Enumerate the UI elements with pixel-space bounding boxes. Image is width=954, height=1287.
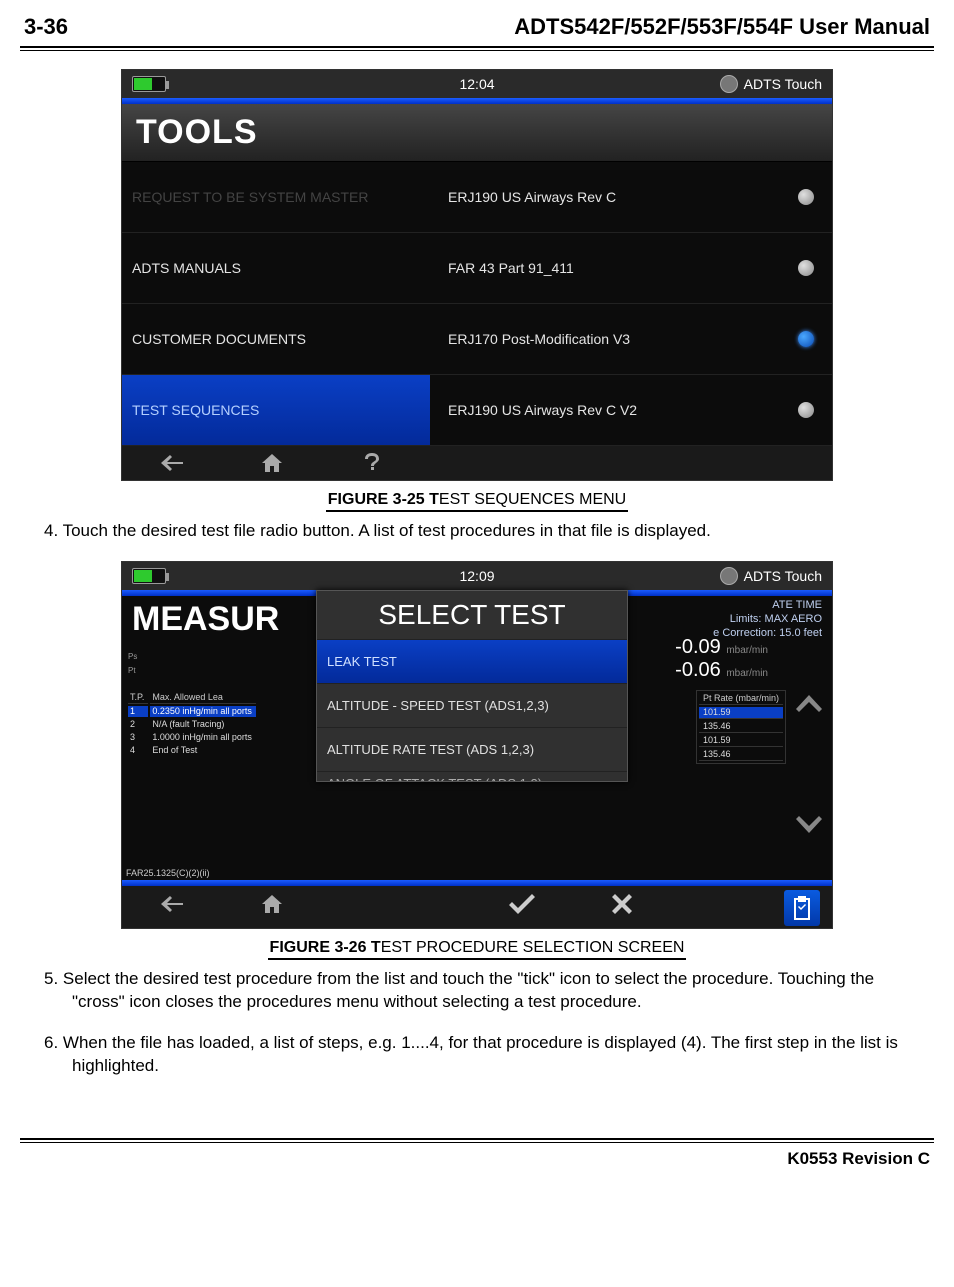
caption-rest: EST PROCEDURE SELECTION SCREEN bbox=[381, 939, 685, 956]
leak-header: Max. Allowed Lea bbox=[150, 692, 256, 704]
file-row-erj190-v2[interactable]: ERJ190 US Airways Rev C V2 bbox=[430, 375, 832, 446]
caption-strong: FIGURE 3-26 T bbox=[270, 939, 381, 956]
pt-label: Pt bbox=[128, 666, 136, 675]
device-brand: ADTS Touch bbox=[720, 567, 822, 585]
file-row-erj170[interactable]: ERJ170 Post-Modification V3 bbox=[430, 304, 832, 375]
table-row[interactable]: 101.59 bbox=[699, 735, 783, 747]
file-label: ERJ190 US Airways Rev C bbox=[448, 189, 616, 205]
tp-header: T.P. bbox=[128, 692, 148, 704]
header-rule-thin bbox=[20, 50, 934, 51]
test-option-altitude-rate[interactable]: ALTITUDE RATE TEST (ADS 1,2,3) bbox=[317, 727, 627, 771]
help-button[interactable] bbox=[322, 446, 422, 480]
rate-readouts: -0.09 mbar/min -0.06 mbar/min bbox=[675, 636, 768, 682]
scroll-down-icon[interactable] bbox=[792, 812, 826, 840]
brand-label: ADTS Touch bbox=[744, 568, 822, 584]
status-bar: 12:09 ADTS Touch bbox=[122, 562, 832, 590]
file-label: ERJ170 Post-Modification V3 bbox=[448, 331, 630, 347]
caption-rest: EST SEQUENCES MENU bbox=[439, 491, 626, 508]
ps-rate-unit: mbar/min bbox=[726, 645, 768, 656]
clipboard-button[interactable] bbox=[784, 890, 820, 926]
tools-menu: REQUEST TO BE SYSTEM MASTER ADTS MANUALS… bbox=[122, 162, 430, 446]
scroll-arrows bbox=[792, 692, 826, 720]
paragraph-4: 4. Touch the desired test file radio but… bbox=[44, 520, 910, 543]
brand-label: ADTS Touch bbox=[744, 76, 822, 92]
radio-icon[interactable] bbox=[798, 402, 814, 418]
footer-rule-thin bbox=[20, 1142, 934, 1143]
scroll-up-icon[interactable] bbox=[792, 692, 826, 720]
footer-rule-thick bbox=[20, 1138, 934, 1140]
revision-label: K0553 Revision C bbox=[20, 1145, 934, 1169]
file-row-far43[interactable]: FAR 43 Part 91_411 bbox=[430, 233, 832, 304]
file-label: ERJ190 US Airways Rev C V2 bbox=[448, 402, 637, 418]
table-row[interactable]: 4End of Test bbox=[128, 745, 256, 756]
pt-rate-header: Pt Rate (mbar/min) bbox=[699, 693, 783, 705]
ps-label: Ps bbox=[128, 652, 137, 661]
table-row[interactable]: 10.2350 inHg/min all ports bbox=[128, 706, 256, 717]
file-label: FAR 43 Part 91_411 bbox=[448, 260, 574, 276]
test-option-altitude-speed[interactable]: ALTITUDE - SPEED TEST (ADS1,2,3) bbox=[317, 683, 627, 727]
status-bar: 12:04 ADTS Touch bbox=[122, 70, 832, 98]
rate-time-label: ATE TIME bbox=[713, 598, 822, 612]
clock-time: 12:04 bbox=[459, 76, 494, 92]
screen-title-measure: MEASUR bbox=[132, 600, 279, 639]
back-button[interactable] bbox=[122, 446, 222, 480]
figure-3-25-screenshot: 12:04 ADTS Touch TOOLS REQUEST TO BE SYS… bbox=[121, 69, 833, 481]
top-right-info: ATE TIME Limits: MAX AERO e Correction: … bbox=[713, 596, 822, 640]
test-points-table: T.P.Max. Allowed Lea 10.2350 inHg/min al… bbox=[126, 690, 258, 758]
device-brand: ADTS Touch bbox=[720, 75, 822, 93]
paragraph-5: 5. Select the desired test procedure fro… bbox=[44, 968, 910, 1014]
menu-item-test-sequences[interactable]: TEST SEQUENCES bbox=[122, 375, 430, 446]
menu-item-adts-manuals[interactable]: ADTS MANUALS bbox=[122, 233, 430, 304]
pt-rate-table: Pt Rate (mbar/min) 101.59 135.46 101.59 … bbox=[696, 690, 786, 764]
screen-title: TOOLS bbox=[122, 104, 832, 162]
file-row-erj190-revc[interactable]: ERJ190 US Airways Rev C bbox=[430, 162, 832, 233]
overlay-title: SELECT TEST bbox=[317, 591, 627, 639]
back-button[interactable] bbox=[122, 896, 222, 917]
menu-item-request-master[interactable]: REQUEST TO BE SYSTEM MASTER bbox=[122, 162, 430, 233]
table-row[interactable]: 2N/A (fault Tracing) bbox=[128, 719, 256, 730]
ge-logo-icon bbox=[720, 75, 738, 93]
ge-logo-icon bbox=[720, 567, 738, 585]
radio-icon[interactable] bbox=[798, 331, 814, 347]
header-rule-thick bbox=[20, 46, 934, 48]
ps-rate-value: -0.09 bbox=[675, 636, 721, 658]
table-row[interactable]: 101.59 bbox=[699, 707, 783, 719]
page-header: 3-36 ADTS542F/552F/553F/554F User Manual bbox=[20, 14, 934, 44]
caption-strong: FIGURE 3-25 T bbox=[328, 491, 439, 508]
table-row[interactable]: 135.46 bbox=[699, 749, 783, 761]
test-option-aoa[interactable]: ANGLE OF ATTACK TEST (ADS 1,2) bbox=[317, 771, 627, 781]
battery-icon bbox=[132, 568, 166, 584]
test-file-list: ERJ190 US Airways Rev C FAR 43 Part 91_4… bbox=[430, 162, 832, 446]
test-option-leak-test[interactable]: LEAK TEST bbox=[317, 639, 627, 683]
measure-screen: MEASUR ATE TIME Limits: MAX AERO e Corre… bbox=[122, 596, 832, 880]
figure-3-26-caption: FIGURE 3-26 TEST PROCEDURE SELECTION SCR… bbox=[20, 939, 934, 960]
home-button[interactable] bbox=[222, 895, 322, 918]
radio-icon[interactable] bbox=[798, 189, 814, 205]
table-row[interactable]: 135.46 bbox=[699, 721, 783, 733]
select-test-overlay: SELECT TEST LEAK TEST ALTITUDE - SPEED T… bbox=[316, 590, 628, 782]
table-row[interactable]: 31.0000 inHg/min all ports bbox=[128, 732, 256, 743]
nav-bar bbox=[122, 446, 832, 480]
page-footer: K0553 Revision C bbox=[20, 1138, 934, 1169]
pt-rate-value: -0.06 bbox=[675, 659, 721, 681]
manual-title: ADTS542F/552F/553F/554F User Manual bbox=[514, 14, 930, 40]
page-number: 3-36 bbox=[24, 14, 68, 40]
menu-item-customer-documents[interactable]: CUSTOMER DOCUMENTS bbox=[122, 304, 430, 375]
paragraph-6: 6. When the file has loaded, a list of s… bbox=[44, 1032, 910, 1078]
nav-bar bbox=[122, 886, 832, 928]
clock-time: 12:09 bbox=[459, 568, 494, 584]
figure-3-26-screenshot: 12:09 ADTS Touch MEASUR ATE TIME Limits:… bbox=[121, 561, 833, 929]
limits-label: Limits: MAX AERO bbox=[713, 612, 822, 626]
figure-3-25-caption: FIGURE 3-25 TEST SEQUENCES MENU bbox=[20, 491, 934, 512]
home-button[interactable] bbox=[222, 446, 322, 480]
radio-icon[interactable] bbox=[798, 260, 814, 276]
battery-icon bbox=[132, 76, 166, 92]
tick-button[interactable] bbox=[472, 894, 572, 919]
pt-rate-unit: mbar/min bbox=[726, 668, 768, 679]
cross-button[interactable] bbox=[572, 894, 672, 919]
far-code: FAR25.1325(C)(2)(ii) bbox=[126, 868, 210, 878]
